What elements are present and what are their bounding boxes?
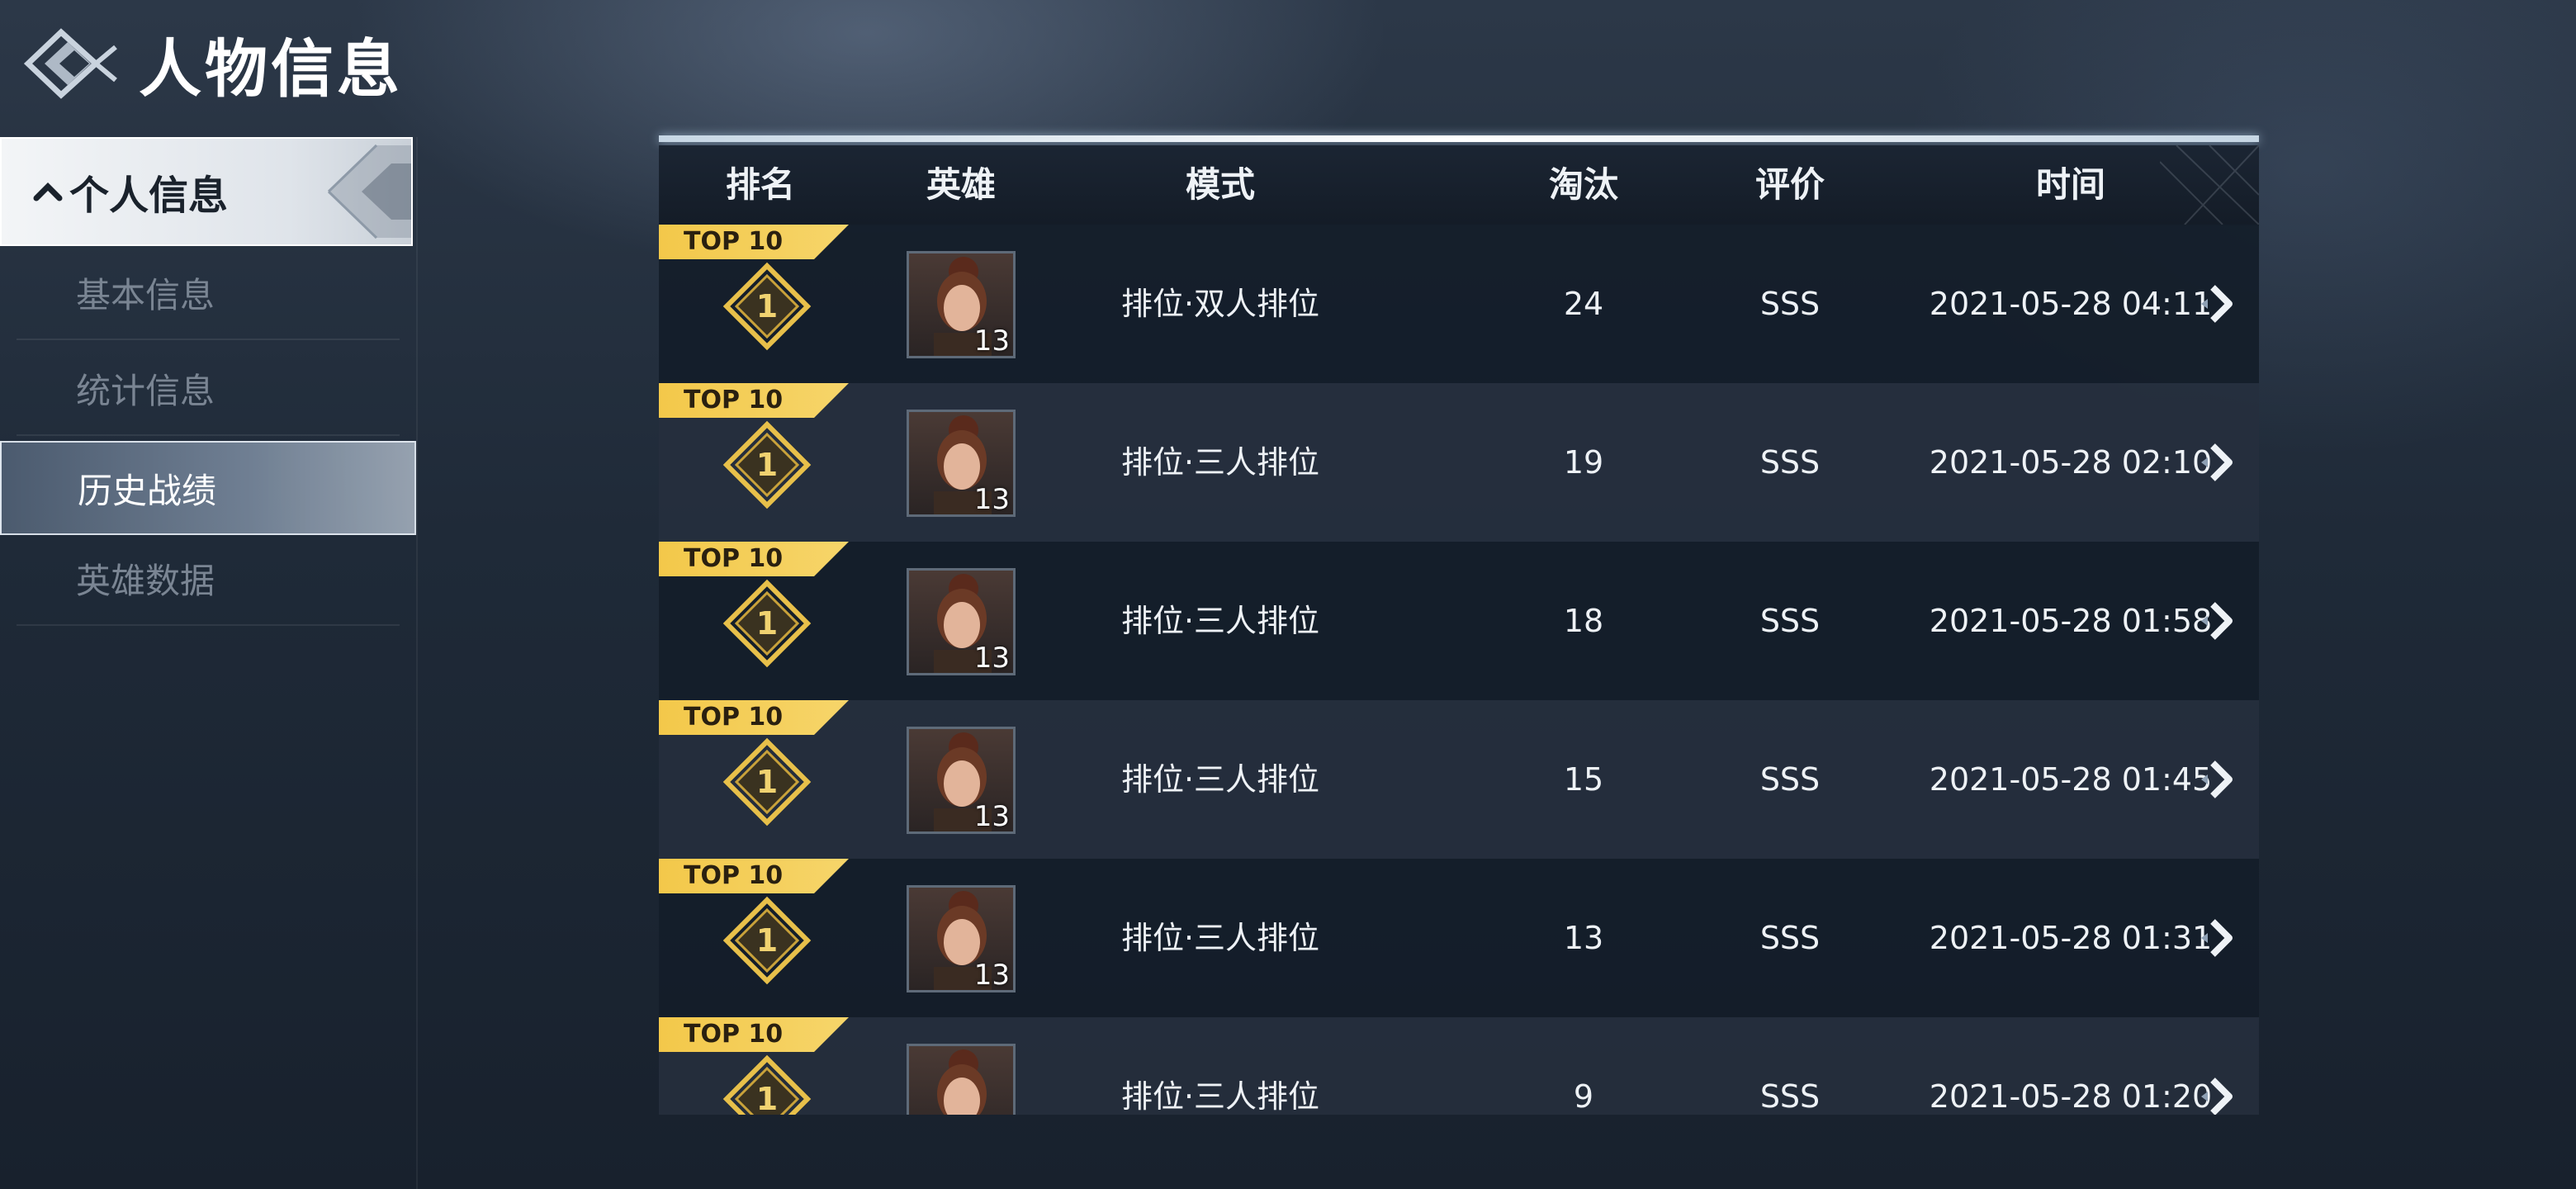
hero-avatar[interactable]: 13: [907, 410, 1016, 517]
sidebar-item-label: 基本信息: [76, 274, 215, 315]
rating-cell: SSS: [1759, 920, 1821, 956]
table-row[interactable]: TOP 10 1 13 排位·三人排位 19 SSS 2021-05-28 02…: [659, 383, 2259, 542]
sidebar: 个人信息 基本信息 统计信息 历史战绩 英雄数据: [0, 137, 418, 1189]
top-rank-tag: TOP 10: [659, 383, 849, 418]
eliminations-cell: 13: [1563, 920, 1604, 956]
hero-avatar[interactable]: 13: [907, 568, 1016, 675]
time-cell: 2021-05-28 02:10: [1929, 444, 2213, 481]
chevron-right-icon[interactable]: [2195, 438, 2244, 487]
match-history-table: 排名 英雄 模式 淘汰 评价 时间 TOP 10 1 13 排位·双人排位 24…: [659, 135, 2259, 1115]
table-row[interactable]: TOP 10 1 13 排位·三人排位 9 SSS 2021-05-28 01:…: [659, 1017, 2259, 1115]
chevron-right-icon[interactable]: [2195, 1072, 2244, 1115]
column-header-rating: 评价: [1754, 164, 1825, 205]
time-cell: 2021-05-28 01:58: [1929, 603, 2213, 639]
hero-avatar[interactable]: 13: [907, 1044, 1016, 1115]
mode-cell: 排位·三人排位: [1120, 761, 1320, 798]
chevron-right-icon[interactable]: [2195, 279, 2244, 329]
diamond-rank-badge-icon: 1: [722, 579, 812, 668]
page-header: 人物信息: [20, 18, 403, 109]
hero-level: 13: [973, 642, 1010, 675]
chevron-right-icon[interactable]: [2195, 913, 2244, 963]
rank-number: 1: [756, 447, 778, 483]
hero-portrait-icon: [937, 1049, 987, 1115]
corner-decoration-icon: [327, 144, 411, 239]
sidebar-item-label: 统计信息: [76, 370, 215, 411]
mode-cell: 排位·三人排位: [1120, 444, 1320, 481]
eliminations-cell: 24: [1563, 286, 1604, 322]
top-rank-tag: TOP 10: [659, 1017, 849, 1052]
sidebar-item-hero-data[interactable]: 英雄数据: [17, 532, 400, 626]
rank-number: 1: [756, 764, 778, 800]
hero-level: 13: [973, 483, 1010, 516]
rank-number: 1: [756, 288, 778, 324]
diamond-rank-badge-icon: 1: [722, 420, 812, 509]
sidebar-section-personal-info[interactable]: 个人信息: [0, 137, 413, 246]
sidebar-section-label: 个人信息: [69, 173, 229, 219]
mode-cell: 排位·双人排位: [1120, 286, 1320, 322]
column-header-hero: 英雄: [926, 164, 996, 205]
sidebar-item-label: 英雄数据: [76, 560, 215, 601]
chevron-right-icon[interactable]: [2195, 755, 2244, 804]
column-header-rank: 排名: [725, 164, 795, 205]
rating-cell: SSS: [1759, 444, 1821, 481]
mode-cell: 排位·三人排位: [1120, 1078, 1320, 1115]
top-rank-tag: TOP 10: [659, 225, 849, 259]
top-rank-tag: TOP 10: [659, 859, 849, 893]
rank-number: 1: [756, 605, 778, 642]
table-body: TOP 10 1 13 排位·双人排位 24 SSS 2021-05-28 04…: [659, 225, 2259, 1115]
eliminations-cell: 15: [1563, 761, 1604, 798]
eliminations-cell: 9: [1573, 1078, 1594, 1115]
mode-cell: 排位·三人排位: [1120, 603, 1320, 639]
eliminations-cell: 18: [1563, 603, 1604, 639]
column-header-eliminations: 淘汰: [1548, 164, 1618, 205]
diamond-rank-badge-icon: 1: [722, 1054, 812, 1115]
rank-number: 1: [756, 922, 778, 959]
rating-cell: SSS: [1759, 603, 1821, 639]
column-header-mode: 模式: [1185, 164, 1255, 205]
hero-avatar[interactable]: 13: [907, 727, 1016, 834]
page-title: 人物信息: [139, 32, 403, 106]
table-header: 排名 英雄 模式 淘汰 评价 时间: [659, 145, 2259, 226]
eliminations-cell: 19: [1563, 444, 1604, 481]
top-rank-tag: TOP 10: [659, 700, 849, 735]
table-top-border: [659, 135, 2259, 142]
time-cell: 2021-05-28 01:20: [1929, 1078, 2213, 1115]
hero-level: 13: [973, 800, 1010, 833]
rating-cell: SSS: [1759, 286, 1821, 322]
time-cell: 2021-05-28 01:31: [1929, 920, 2213, 956]
hero-level: 13: [973, 324, 1010, 358]
diamond-rank-badge-icon: 1: [722, 896, 812, 985]
table-row[interactable]: TOP 10 1 13 排位·双人排位 24 SSS 2021-05-28 04…: [659, 225, 2259, 383]
header-web-decoration-icon: [2160, 145, 2259, 225]
rank-number: 1: [756, 1081, 778, 1115]
top-rank-tag: TOP 10: [659, 542, 849, 576]
diamond-emblem-icon: [23, 28, 117, 99]
table-row[interactable]: TOP 10 1 13 排位·三人排位 15 SSS 2021-05-28 01…: [659, 700, 2259, 859]
table-row[interactable]: TOP 10 1 13 排位·三人排位 18 SSS 2021-05-28 01…: [659, 542, 2259, 700]
mode-cell: 排位·三人排位: [1120, 920, 1320, 956]
sidebar-item-match-history[interactable]: 历史战绩: [0, 441, 416, 535]
hero-avatar[interactable]: 13: [907, 885, 1016, 992]
chevron-up-icon: [33, 182, 63, 201]
time-cell: 2021-05-28 01:45: [1929, 761, 2213, 798]
diamond-rank-badge-icon: 1: [722, 737, 812, 827]
time-cell: 2021-05-28 04:11: [1929, 286, 2213, 322]
rating-cell: SSS: [1759, 1078, 1821, 1115]
sidebar-item-basic-info[interactable]: 基本信息: [17, 246, 400, 340]
diamond-rank-badge-icon: 1: [722, 262, 812, 351]
table-row[interactable]: TOP 10 1 13 排位·三人排位 13 SSS 2021-05-28 01…: [659, 859, 2259, 1017]
sidebar-item-statistics[interactable]: 统计信息: [17, 342, 400, 436]
chevron-right-icon[interactable]: [2195, 596, 2244, 646]
rating-cell: SSS: [1759, 761, 1821, 798]
hero-level: 13: [973, 959, 1010, 992]
hero-avatar[interactable]: 13: [907, 251, 1016, 358]
sidebar-item-label: 历史战绩: [78, 470, 217, 511]
